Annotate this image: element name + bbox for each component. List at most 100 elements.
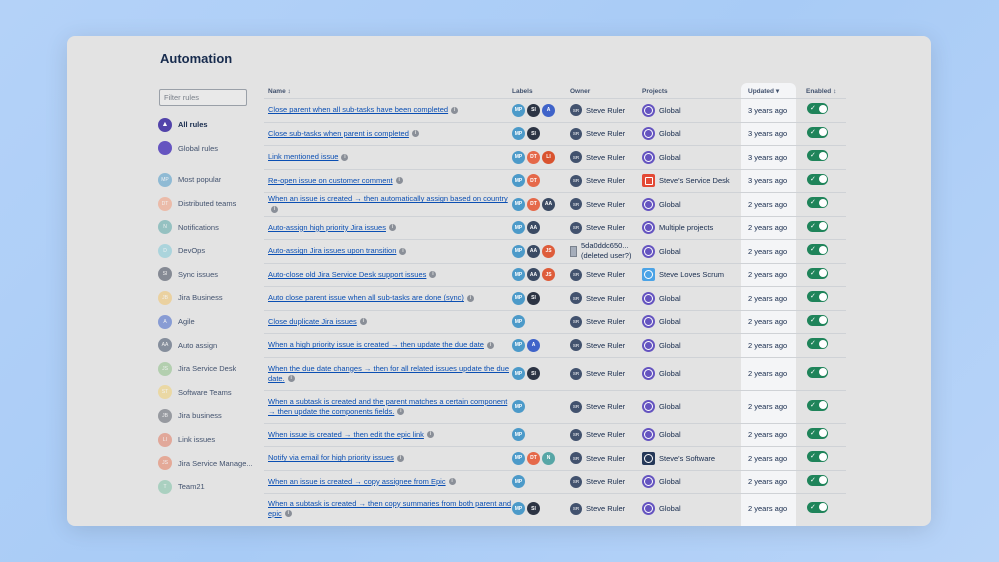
label-badge[interactable]: MP (512, 127, 525, 141)
info-icon[interactable]: i (486, 341, 494, 349)
rule-link[interactable]: When issue is created → then edit the ep… (268, 430, 424, 439)
label-badge[interactable]: DT (527, 197, 540, 211)
sidebar-item[interactable]: JS Jira Service Desk (158, 357, 258, 381)
sidebar-item[interactable]: Global rules (158, 137, 258, 161)
filter-rules-input[interactable] (159, 89, 247, 106)
enabled-toggle[interactable]: ✓ (807, 366, 828, 378)
label-badge[interactable]: MP (512, 315, 525, 329)
sidebar-item[interactable]: SI Sync issues (158, 263, 258, 287)
info-icon[interactable]: i (271, 205, 278, 213)
info-icon[interactable]: i (341, 153, 349, 161)
enabled-toggle[interactable]: ✓ (807, 150, 828, 162)
label-badge[interactable]: AA (527, 244, 540, 258)
sidebar-item[interactable]: T Team21 (158, 475, 258, 499)
info-icon[interactable]: i (397, 408, 405, 416)
enabled-toggle[interactable]: ✓ (807, 474, 828, 486)
sidebar-item[interactable]: DT Distributed teams (158, 192, 258, 216)
rule-link[interactable]: Close duplicate Jira issues (268, 317, 357, 326)
label-badge[interactable]: N (542, 451, 555, 465)
label-badge[interactable]: MP (512, 244, 525, 258)
info-icon[interactable]: i (359, 318, 367, 326)
rule-link[interactable]: When a subtask is created and the parent… (268, 397, 507, 416)
label-badge[interactable]: SI (527, 502, 540, 515)
info-icon[interactable]: i (395, 177, 403, 185)
sidebar-item[interactable]: LI Link issues (158, 428, 258, 452)
rule-link[interactable]: When a high priority issue is created → … (268, 340, 484, 349)
label-badge[interactable]: MP (512, 367, 525, 380)
header-enabled[interactable]: Enabled ↕ (796, 88, 846, 95)
enabled-toggle[interactable]: ✓ (807, 103, 828, 115)
label-badge[interactable]: A (542, 103, 555, 117)
rule-link[interactable]: When an issue is created → copy assignee… (268, 477, 446, 486)
label-badge[interactable]: MP (512, 502, 525, 515)
label-badge[interactable]: MP (512, 174, 525, 188)
label-badge[interactable]: MP (512, 428, 525, 442)
label-badge[interactable]: AA (527, 221, 540, 235)
label-badge[interactable]: SI (527, 291, 540, 305)
sidebar-item[interactable]: MP Most popular (158, 168, 258, 192)
label-badge[interactable]: DT (527, 451, 540, 465)
rule-link[interactable]: When a subtask is created → then copy su… (268, 499, 511, 518)
enabled-toggle[interactable]: ✓ (807, 173, 828, 185)
label-badge[interactable]: LI (542, 150, 555, 164)
info-icon[interactable]: i (388, 224, 396, 232)
enabled-toggle[interactable]: ✓ (807, 267, 828, 279)
label-badge[interactable]: MP (512, 103, 525, 117)
info-icon[interactable]: i (399, 247, 407, 255)
enabled-toggle[interactable]: ✓ (807, 338, 828, 350)
enabled-toggle[interactable]: ✓ (807, 451, 828, 463)
sidebar-item[interactable]: D DevOps (158, 239, 258, 263)
info-icon[interactable]: i (411, 130, 419, 138)
label-badge[interactable]: SI (527, 127, 540, 141)
rule-link[interactable]: When an issue is created → then automati… (268, 194, 508, 203)
label-badge[interactable]: MP (512, 400, 525, 413)
label-badge[interactable]: MP (512, 221, 525, 235)
info-icon[interactable]: i (284, 510, 292, 518)
label-badge[interactable]: DT (527, 150, 540, 164)
sidebar-item[interactable]: JB Jira business (158, 404, 258, 428)
label-badge[interactable]: SI (527, 103, 540, 117)
label-badge[interactable]: A (527, 338, 540, 352)
rule-link[interactable]: Re-open issue on customer comment (268, 176, 393, 185)
label-badge[interactable]: MP (512, 197, 525, 211)
enabled-toggle[interactable]: ✓ (807, 220, 828, 232)
rule-link[interactable]: Auto-assign high priority Jira issues (268, 223, 386, 232)
info-icon[interactable]: i (466, 294, 474, 302)
enabled-toggle[interactable]: ✓ (807, 244, 828, 256)
info-icon[interactable]: i (451, 106, 459, 114)
label-badge[interactable]: MP (512, 338, 525, 352)
label-badge[interactable]: AA (527, 268, 540, 282)
label-badge[interactable]: DT (527, 174, 540, 188)
sidebar-item[interactable]: JB Jira Business (158, 286, 258, 310)
enabled-toggle[interactable]: ✓ (807, 501, 828, 513)
sidebar-item[interactable]: N Notifications (158, 215, 258, 239)
enabled-toggle[interactable]: ✓ (807, 314, 828, 326)
label-badge[interactable]: MP (512, 291, 525, 305)
info-icon[interactable]: i (287, 375, 295, 383)
rule-link[interactable]: Auto-close old Jira Service Desk support… (268, 270, 426, 279)
rule-link[interactable]: Notify via email for high priority issue… (268, 453, 394, 462)
info-icon[interactable]: i (448, 478, 456, 486)
rule-link[interactable]: When the due date changes → then for all… (268, 364, 509, 383)
info-icon[interactable]: i (426, 431, 434, 439)
sidebar-item[interactable]: ▲ All rules (158, 113, 258, 137)
label-badge[interactable]: JS (542, 268, 555, 282)
label-badge[interactable]: MP (512, 150, 525, 164)
header-updated[interactable]: Updated ▾ (740, 87, 796, 95)
label-badge[interactable]: MP (512, 451, 525, 465)
label-badge[interactable]: MP (512, 268, 525, 282)
rule-link[interactable]: Close parent when all sub-tasks have bee… (268, 105, 448, 114)
rule-link[interactable]: Auto-assign Jira issues upon transition (268, 246, 396, 255)
sidebar-item[interactable]: AA Auto assign (158, 333, 258, 357)
label-badge[interactable]: AA (542, 197, 555, 211)
enabled-toggle[interactable]: ✓ (807, 427, 828, 439)
label-badge[interactable]: SI (527, 367, 540, 380)
rule-link[interactable]: Link mentioned issue (268, 152, 338, 161)
enabled-toggle[interactable]: ✓ (807, 126, 828, 138)
rule-link[interactable]: Auto close parent issue when all sub-tas… (268, 293, 464, 302)
header-name[interactable]: Name ↕ (264, 88, 512, 95)
info-icon[interactable]: i (396, 454, 404, 462)
sidebar-item[interactable]: A Agile (158, 310, 258, 334)
rule-link[interactable]: Close sub-tasks when parent is completed (268, 129, 409, 138)
sidebar-item[interactable]: ST Software Teams (158, 381, 258, 405)
